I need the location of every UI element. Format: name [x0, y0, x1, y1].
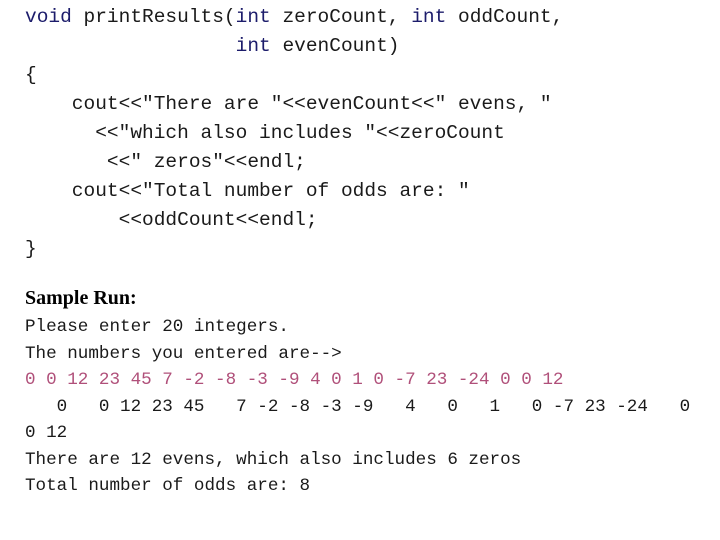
- code-text: zeroCount,: [270, 6, 412, 28]
- code-text: <<"which also includes "<<zeroCount: [25, 122, 505, 144]
- code-text: cout<<"There are "<<evenCount<<" evens, …: [25, 93, 552, 115]
- keyword: int: [411, 6, 447, 28]
- output-line: The numbers you entered are-->: [25, 343, 342, 364]
- output-line: There are 12 evens, which also includes …: [25, 449, 522, 470]
- output-line: 0 12: [25, 423, 68, 443]
- code-text: evenCount): [270, 35, 400, 57]
- code-line: <<" zeros"<<endl;: [25, 148, 563, 177]
- keyword: void: [25, 6, 72, 28]
- sample-run-heading: Sample Run:: [25, 287, 137, 309]
- sample-run-output: Please enter 20 integers. The numbers you…: [25, 314, 690, 500]
- code-text: cout<<"Total number of odds are: ": [25, 180, 470, 202]
- code-text: }: [25, 238, 37, 260]
- code-text: printResults(: [71, 6, 236, 28]
- code-line: <<"which also includes "<<zeroCount: [25, 119, 563, 148]
- output-line: Total number of odds are: 8: [25, 476, 311, 496]
- code-text: <<" zeros"<<endl;: [25, 151, 306, 173]
- code-line: }: [25, 235, 563, 264]
- output-line: Please enter 20 integers.: [25, 317, 289, 337]
- code-line: {: [25, 61, 563, 90]
- code-line: cout<<"Total number of odds are: ": [25, 177, 563, 206]
- code-line: cout<<"There are "<<evenCount<<" evens, …: [25, 90, 563, 119]
- code-text: <<oddCount<<endl;: [25, 209, 318, 231]
- code-line: void printResults(int zeroCount, int odd…: [25, 3, 563, 32]
- code-text: oddCount,: [446, 6, 564, 28]
- keyword: int: [235, 35, 271, 57]
- code-text: {: [25, 64, 37, 86]
- keyword: int: [235, 6, 271, 28]
- code-block: void printResults(int zeroCount, int odd…: [25, 3, 563, 264]
- code-line: <<oddCount<<endl;: [25, 206, 563, 235]
- user-input-line: 0 0 12 23 45 7 -2 -8 -3 -9 4 0 1 0 -7 23…: [25, 370, 564, 390]
- code-line: int evenCount): [25, 32, 563, 61]
- output-line: 0 0 12 23 45 7 -2 -8 -3 -9 4 0 1 0 -7 23…: [25, 396, 691, 417]
